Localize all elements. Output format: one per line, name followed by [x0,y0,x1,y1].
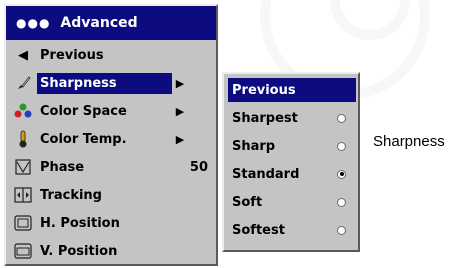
submenu-item-previous[interactable]: Previous [228,78,356,102]
caption-label: Sharpness [373,133,445,150]
menu-item-h-position[interactable]: H. Position [8,210,214,236]
radio-button[interactable] [337,141,346,151]
menu-item-label: Phase [40,159,85,175]
submenu-item-label: Previous [232,82,296,98]
phase-icon [12,157,34,177]
submenu-item-label: Sharpest [232,110,298,126]
menu-item-label: Sharpness [37,72,172,94]
thermometer-icon [12,129,34,149]
menu-item-label: Color Space [40,103,127,119]
h-position-icon [12,213,34,233]
menu-item-color-space[interactable]: Color Space ▶ [8,98,214,124]
radio-button[interactable] [337,225,346,235]
menu-item-tracking[interactable]: Tracking [8,182,214,208]
submenu-item-label: Soft [232,194,263,210]
chevron-right-icon: ▶ [175,132,185,146]
menu-item-label: V. Position [40,243,118,259]
chevron-right-icon: ▶ [175,104,185,118]
menu-item-label: Color Temp. [40,131,127,147]
menu-item-label: Previous [40,47,104,63]
submenu-item-label: Standard [232,166,300,182]
menu-item-label: H. Position [40,215,120,231]
chevron-right-icon: ▶ [175,76,185,90]
submenu-item-softest[interactable]: Softest [228,218,356,242]
submenu-item-sharpest[interactable]: Sharpest [228,106,356,130]
triangle-left-icon: ◀ [18,47,28,63]
radio-button[interactable] [337,113,346,123]
menu-item-v-position[interactable]: V. Position [8,238,214,264]
menu-title-bar: ●●● Advanced [6,6,216,40]
menu-item-phase[interactable]: Phase 50 [8,154,214,180]
radio-button-checked[interactable] [337,169,346,179]
menu-item-sharpness[interactable]: Sharpness ▶ [8,70,214,96]
paintbrush-icon [12,73,34,93]
color-dots-icon [12,101,34,121]
tracking-icon [12,185,34,205]
radio-button[interactable] [337,197,346,207]
menu-item-label: Tracking [40,187,102,203]
phase-value: 50 [189,159,208,175]
submenu-item-soft[interactable]: Soft [228,190,356,214]
submenu-item-label: Sharp [232,138,276,154]
submenu-item-label: Softest [232,222,285,238]
advanced-menu: ●●● Advanced ◀ Previous Sharpness ▶ Colo… [4,4,218,266]
menu-item-color-temp[interactable]: Color Temp. ▶ [8,126,214,152]
v-position-icon [12,241,34,261]
sharpness-submenu: Previous Sharpest Sharp Standard Soft So… [222,72,360,252]
menu-item-previous[interactable]: ◀ Previous [8,42,214,68]
submenu-item-standard[interactable]: Standard [228,162,356,186]
dots-icon: ●●● [16,16,51,30]
menu-title: Advanced [60,15,138,31]
submenu-item-sharp[interactable]: Sharp [228,134,356,158]
